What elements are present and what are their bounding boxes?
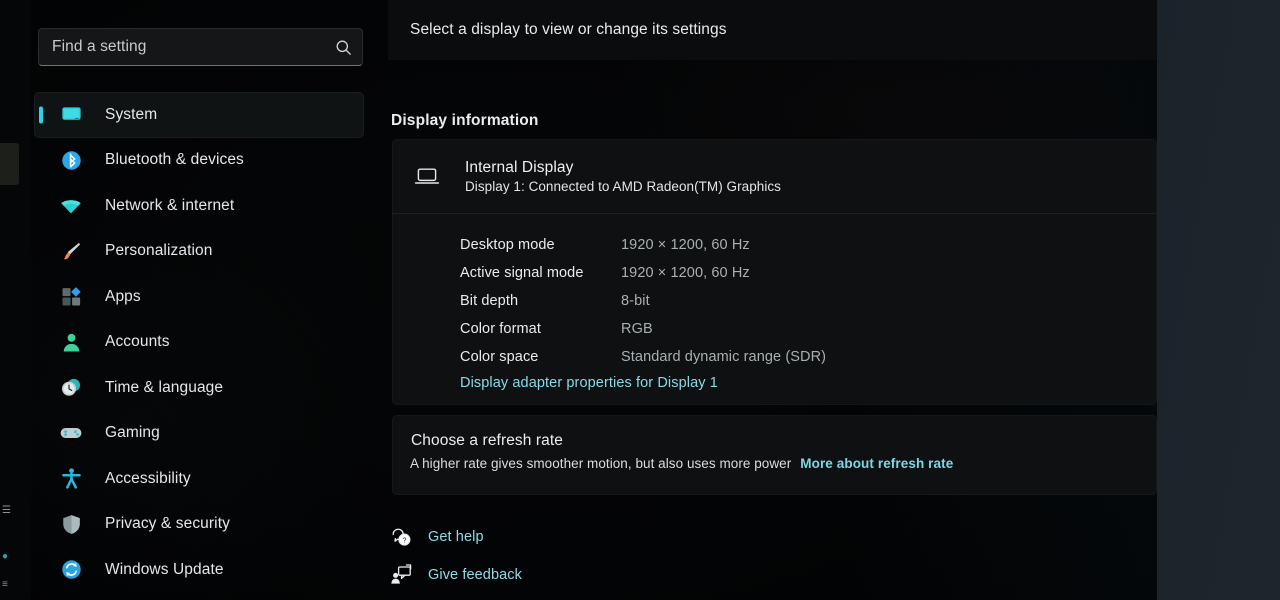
feedback-person-bubble-icon [390,564,412,586]
clock-icon [59,376,83,400]
rail-chip-upper [0,143,19,185]
settings-main-content: Select a display to view or change its s… [388,0,1157,600]
sidebar-item-system[interactable]: System [34,92,364,138]
sidebar-item-windows-update[interactable]: Windows Update [34,547,364,593]
sidebar-item-network-internet[interactable]: Network & internet [34,183,364,229]
give-feedback-label: Give feedback [428,567,522,583]
property-value: 1920 × 1200, 60 Hz [621,237,750,253]
display-subtitle: Display 1: Connected to AMD Radeon(TM) G… [465,178,781,194]
display-name: Internal Display [465,158,574,176]
sidebar-item-privacy-security[interactable]: Privacy & security [34,502,364,548]
refresh-rate-title: Choose a refresh rate [411,432,564,449]
paintbrush-icon [59,239,83,263]
sidebar-item-label: Accessibility [105,469,191,487]
sidebar-item-bluetooth-devices[interactable]: Bluetooth & devices [34,138,364,184]
svg-text:?: ? [402,537,406,544]
property-key: Color format [460,321,541,337]
refresh-rate-description-row: A higher rate gives smoother motion, but… [410,456,953,471]
table-row: Active signal mode 1920 × 1200, 60 Hz [460,259,1100,287]
wifi-icon [59,194,83,218]
monitor-icon [59,103,83,127]
display-properties-table: Desktop mode 1920 × 1200, 60 Hz Active s… [460,231,1100,371]
property-key: Color space [460,349,539,365]
sidebar-item-accounts[interactable]: Accounts [34,320,364,366]
sidebar-item-gaming[interactable]: Gaming [34,411,364,457]
get-help-link[interactable]: ? Get help [390,526,484,548]
sidebar-item-label: Time & language [105,378,224,396]
choose-refresh-rate-card: Choose a refresh rate A higher rate give… [392,415,1157,495]
sidebar-nav-list: System Bluetooth & devices Network & int… [34,92,364,593]
rail-dot-icon: ● [2,551,9,562]
rail-list-icon: ☰ [2,505,12,516]
shield-icon [59,512,83,536]
gamepad-icon [59,421,83,445]
sidebar-item-label: Personalization [105,242,213,260]
display-information-card: Internal Display Display 1: Connected to… [392,139,1157,405]
property-value: Standard dynamic range (SDR) [621,349,827,365]
accessibility-icon [59,467,83,491]
table-row: Desktop mode 1920 × 1200, 60 Hz [460,231,1100,259]
search-box[interactable] [38,28,363,66]
sidebar-item-label: Accounts [105,333,170,351]
display-information-title: Display information [391,112,539,129]
property-value: 8-bit [621,293,650,309]
more-about-refresh-rate-link[interactable]: More about refresh rate [800,456,953,471]
help-question-bubble-icon: ? [390,526,412,548]
settings-sidebar: System Bluetooth & devices [31,0,388,600]
property-key: Active signal mode [460,265,584,281]
select-display-hint: Select a display to view or change its s… [410,21,727,38]
give-feedback-link[interactable]: Give feedback [390,564,522,586]
screenshot-root: ☰ ● ≡ Find a setting System Bluetooth & … [0,0,1280,600]
display-adapter-properties-link[interactable]: Display adapter properties for Display 1 [460,375,718,391]
sidebar-item-label: Apps [105,287,141,305]
sidebar-item-label: Gaming [105,424,160,442]
left-rail-sliver: ☰ ● ≡ [0,0,31,600]
apps-squares-icon [59,285,83,309]
sidebar-item-personalization[interactable]: Personalization [34,229,364,275]
table-row: Bit depth 8-bit [460,287,1100,315]
sidebar-item-label: Windows Update [105,560,224,578]
sidebar-item-label: Bluetooth & devices [105,151,244,169]
settings-window: ☰ ● ≡ Find a setting System Bluetooth & … [0,0,1157,600]
sidebar-item-apps[interactable]: Apps [34,274,364,320]
laptop-display-icon [413,162,441,190]
sidebar-item-label: System [105,105,158,123]
get-help-label: Get help [428,529,484,545]
property-value: 1920 × 1200, 60 Hz [621,265,750,281]
sidebar-item-label: Network & internet [105,196,235,214]
search-icon[interactable] [335,39,352,56]
sidebar-item-time-language[interactable]: Time & language [34,365,364,411]
property-key: Bit depth [460,293,519,309]
property-value: RGB [621,321,653,337]
property-key: Desktop mode [460,237,555,253]
table-row: Color space Standard dynamic range (SDR) [460,343,1100,371]
display-header-row[interactable]: Internal Display Display 1: Connected to… [392,139,781,213]
rail-lines-icon: ≡ [2,579,9,590]
sidebar-item-label: Privacy & security [105,515,230,533]
bluetooth-icon [59,148,83,172]
search-input[interactable] [52,38,335,56]
monitor-bezel-background [1157,0,1280,600]
sidebar-item-accessibility[interactable]: Accessibility [34,456,364,502]
person-icon [59,330,83,354]
card-divider [392,213,1157,214]
update-refresh-icon [59,558,83,582]
refresh-rate-description: A higher rate gives smoother motion, but… [410,456,792,471]
table-row: Color format RGB [460,315,1100,343]
